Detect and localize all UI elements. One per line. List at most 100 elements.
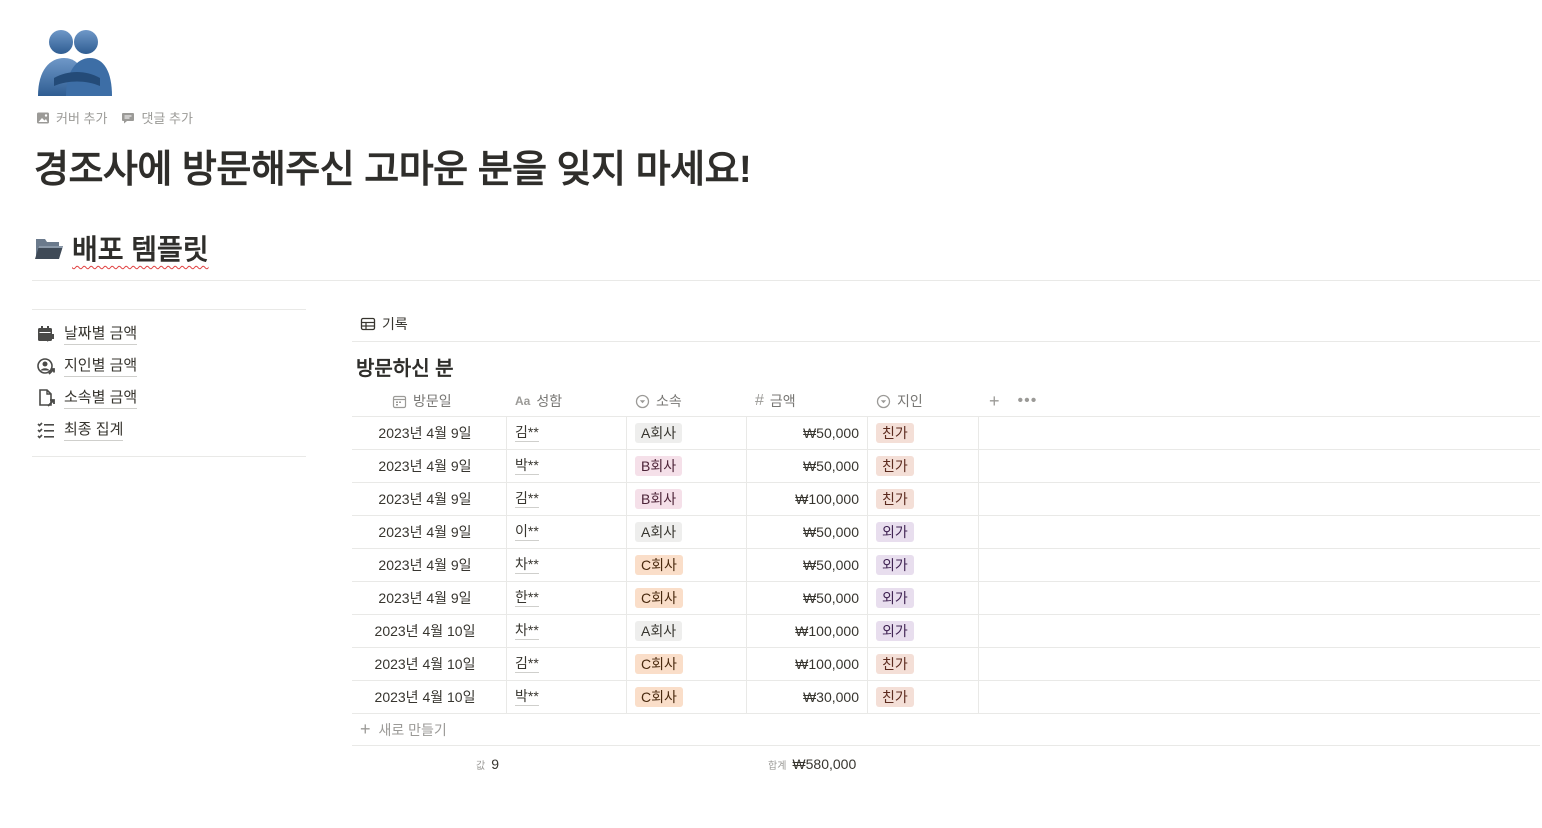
linked-pages-list: 날짜별 금액 지인별 금액 소속별 금액 최종 집계 bbox=[32, 309, 306, 457]
sum-calculation[interactable]: 합계 ₩580,000 bbox=[768, 756, 856, 772]
cell-empty[interactable] bbox=[979, 483, 1540, 515]
cell-amount[interactable]: ₩50,000 bbox=[747, 516, 868, 548]
column-label: 지인 bbox=[897, 393, 923, 409]
cell-name[interactable]: 김** bbox=[507, 417, 627, 449]
column-header-amount[interactable]: # 금액 bbox=[747, 386, 868, 416]
table-row[interactable]: 2023년 4월 10일 박** C회사 ₩30,000 친가 bbox=[352, 681, 1540, 714]
table-row[interactable]: 2023년 4월 9일 박** B회사 ₩50,000 친가 bbox=[352, 450, 1540, 483]
table-row[interactable]: 2023년 4월 9일 이** A회사 ₩50,000 외가 bbox=[352, 516, 1540, 549]
row-amount: ₩50,000 bbox=[802, 425, 859, 441]
column-header-date[interactable]: 방문일 bbox=[352, 386, 507, 416]
cell-amount[interactable]: ₩50,000 bbox=[747, 417, 868, 449]
cell-empty[interactable] bbox=[979, 648, 1540, 680]
sidebar-item-final-total[interactable]: 최종 집계 bbox=[32, 414, 306, 446]
cell-date[interactable]: 2023년 4월 10일 bbox=[352, 648, 507, 680]
row-date: 2023년 4월 9일 bbox=[378, 425, 472, 441]
people-hugging-icon bbox=[38, 30, 112, 96]
cell-org[interactable]: C회사 bbox=[627, 681, 747, 713]
cell-name[interactable]: 김** bbox=[507, 648, 627, 680]
cell-relation[interactable]: 외가 bbox=[868, 615, 979, 647]
org-tag: A회사 bbox=[635, 423, 683, 443]
table-row[interactable]: 2023년 4월 10일 김** C회사 ₩100,000 친가 bbox=[352, 648, 1540, 681]
cell-date[interactable]: 2023년 4월 9일 bbox=[352, 549, 507, 581]
sidebar-item-label: 최종 집계 bbox=[64, 420, 124, 441]
cell-org[interactable]: A회사 bbox=[627, 615, 747, 647]
sidebar-item-org-amount[interactable]: 소속별 금액 bbox=[32, 382, 306, 414]
cell-empty[interactable] bbox=[979, 582, 1540, 614]
cell-name[interactable]: 김** bbox=[507, 483, 627, 515]
cell-empty[interactable] bbox=[979, 516, 1540, 548]
cell-empty[interactable] bbox=[979, 417, 1540, 449]
cell-date[interactable]: 2023년 4월 9일 bbox=[352, 450, 507, 482]
cell-date[interactable]: 2023년 4월 10일 bbox=[352, 681, 507, 713]
page-title: 경조사에 방문해주신 고마운 분을 잊지 마세요! bbox=[34, 149, 752, 191]
cell-name[interactable]: 차** bbox=[507, 549, 627, 581]
cell-name[interactable]: 박** bbox=[507, 450, 627, 482]
cell-amount[interactable]: ₩50,000 bbox=[747, 582, 868, 614]
sidebar-item-friend-amount[interactable]: 지인별 금액 bbox=[32, 350, 306, 382]
org-tag: B회사 bbox=[635, 456, 683, 476]
tab-records[interactable]: 기록 bbox=[352, 306, 1540, 342]
row-date: 2023년 4월 10일 bbox=[374, 623, 476, 639]
cell-date[interactable]: 2023년 4월 9일 bbox=[352, 483, 507, 515]
cell-amount[interactable]: ₩50,000 bbox=[747, 450, 868, 482]
text-property-icon: Aa bbox=[515, 394, 531, 408]
cell-org[interactable]: B회사 bbox=[627, 483, 747, 515]
cell-amount[interactable]: ₩100,000 bbox=[747, 483, 868, 515]
column-header-relation[interactable]: 지인 bbox=[868, 386, 979, 416]
cell-relation[interactable]: 친가 bbox=[868, 681, 979, 713]
cell-date[interactable]: 2023년 4월 9일 bbox=[352, 516, 507, 548]
add-column-icon[interactable]: + bbox=[989, 391, 1000, 412]
sidebar-item-label: 지인별 금액 bbox=[64, 356, 138, 377]
cell-empty[interactable] bbox=[979, 615, 1540, 647]
section-title: 배포 템플릿 bbox=[72, 234, 209, 265]
row-date: 2023년 4월 9일 bbox=[378, 458, 472, 474]
add-comment-button[interactable]: 댓글 추가 bbox=[121, 108, 193, 127]
cell-name[interactable]: 차** bbox=[507, 615, 627, 647]
cell-amount[interactable]: ₩50,000 bbox=[747, 549, 868, 581]
column-header-org[interactable]: 소속 bbox=[627, 386, 747, 416]
sidebar-item-date-amount[interactable]: 날짜별 금액 bbox=[32, 318, 306, 350]
cell-name[interactable]: 박** bbox=[507, 681, 627, 713]
database-title[interactable]: 방문하신 분 bbox=[352, 352, 1540, 382]
cell-org[interactable]: A회사 bbox=[627, 417, 747, 449]
cell-empty[interactable] bbox=[979, 549, 1540, 581]
relation-tag: 친가 bbox=[876, 489, 914, 509]
cell-relation[interactable]: 친가 bbox=[868, 483, 979, 515]
cell-relation[interactable]: 친가 bbox=[868, 450, 979, 482]
table-row[interactable]: 2023년 4월 10일 차** A회사 ₩100,000 외가 bbox=[352, 615, 1540, 648]
cell-amount[interactable]: ₩30,000 bbox=[747, 681, 868, 713]
table-row[interactable]: 2023년 4월 9일 김** B회사 ₩100,000 친가 bbox=[352, 483, 1540, 516]
cell-org[interactable]: C회사 bbox=[627, 549, 747, 581]
cell-empty[interactable] bbox=[979, 450, 1540, 482]
table-row[interactable]: 2023년 4월 9일 김** A회사 ₩50,000 친가 bbox=[352, 417, 1540, 450]
add-cover-button[interactable]: 커버 추가 bbox=[36, 108, 107, 127]
table-row[interactable]: 2023년 4월 9일 한** C회사 ₩50,000 외가 bbox=[352, 582, 1540, 615]
count-calculation[interactable]: 값 9 bbox=[476, 756, 499, 772]
cell-org[interactable]: A회사 bbox=[627, 516, 747, 548]
image-icon bbox=[37, 112, 49, 123]
cell-date[interactable]: 2023년 4월 9일 bbox=[352, 417, 507, 449]
cell-name[interactable]: 이** bbox=[507, 516, 627, 548]
cell-date[interactable]: 2023년 4월 10일 bbox=[352, 615, 507, 647]
cell-relation[interactable]: 친가 bbox=[868, 648, 979, 680]
column-header-name[interactable]: Aa 성함 bbox=[507, 386, 627, 416]
cell-date[interactable]: 2023년 4월 9일 bbox=[352, 582, 507, 614]
cell-org[interactable]: C회사 bbox=[627, 648, 747, 680]
cell-name[interactable]: 한** bbox=[507, 582, 627, 614]
table-row[interactable]: 2023년 4월 9일 차** C회사 ₩50,000 외가 bbox=[352, 549, 1540, 582]
cell-amount[interactable]: ₩100,000 bbox=[747, 615, 868, 647]
cell-org[interactable]: B회사 bbox=[627, 450, 747, 482]
count-value: 9 bbox=[491, 756, 499, 772]
cell-relation[interactable]: 외가 bbox=[868, 549, 979, 581]
more-options-icon[interactable]: ••• bbox=[1018, 392, 1038, 410]
cell-empty[interactable] bbox=[979, 681, 1540, 713]
cell-amount[interactable]: ₩100,000 bbox=[747, 648, 868, 680]
relation-tag: 친가 bbox=[876, 654, 914, 674]
org-tag: C회사 bbox=[635, 555, 683, 575]
cell-org[interactable]: C회사 bbox=[627, 582, 747, 614]
cell-relation[interactable]: 외가 bbox=[868, 516, 979, 548]
cell-relation[interactable]: 친가 bbox=[868, 417, 979, 449]
cell-relation[interactable]: 외가 bbox=[868, 582, 979, 614]
new-row-button[interactable]: + 새로 만들기 bbox=[352, 714, 1540, 746]
